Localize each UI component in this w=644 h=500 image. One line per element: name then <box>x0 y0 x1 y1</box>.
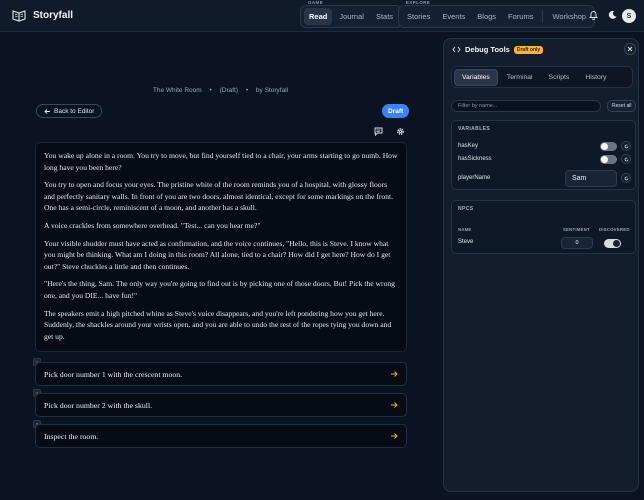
arrow-right-icon <box>390 432 398 440</box>
draft-only-badge: Draft only <box>513 45 544 54</box>
choice-option[interactable]: Pick door number 1 with the crescent moo… <box>35 362 407 386</box>
nav-events[interactable]: Events <box>437 8 470 25</box>
reset-all-button[interactable]: Reset all <box>607 100 637 112</box>
nav-read[interactable]: Read <box>304 8 333 25</box>
variable-row: hasKey <box>458 140 631 152</box>
tab-scripts[interactable]: Scripts <box>542 70 577 85</box>
arrow-right-icon <box>390 401 398 409</box>
story-paragraph: "Here's the thing, Sam. The only way you… <box>44 279 395 300</box>
tab-variables[interactable]: Variables <box>454 68 498 86</box>
game-nav-label: GAME <box>306 0 326 5</box>
npc-column-sentiment: SENTIMENT <box>563 227 590 232</box>
nav-workshop[interactable]: Workshop <box>547 8 591 25</box>
npcs-card: NPCS NAME SENTIMENT DISCOVERED Steve <box>451 200 636 254</box>
gear-icon[interactable] <box>396 127 405 136</box>
tab-history[interactable]: History <box>578 70 613 85</box>
reset-icon <box>624 144 629 149</box>
player-name-input[interactable] <box>565 169 617 187</box>
meta-dot: • <box>209 87 212 94</box>
story-passage: You wake up alone in a room. You try to … <box>35 142 407 352</box>
explore-nav-group: EXPLORE Stories Events Blogs Forums Work… <box>398 0 596 28</box>
variable-name: hasSickness <box>458 156 492 162</box>
back-label: Back to Editor <box>54 107 95 115</box>
bell-icon[interactable] <box>589 10 598 20</box>
variable-row: playerName <box>458 169 631 187</box>
reset-variable-button[interactable] <box>621 173 631 183</box>
draft-badge[interactable]: Draft <box>382 104 410 118</box>
npc-column-discovered: DISCOVERED <box>599 227 630 232</box>
nav-stories[interactable]: Stories <box>402 8 435 25</box>
variable-name: hasKey <box>458 143 479 149</box>
moon-icon[interactable] <box>608 10 617 20</box>
choice-label: Pick door number 2 with the skull. <box>44 400 153 410</box>
story-meta: The White Room • (Draft) • by Storyfall <box>33 87 408 94</box>
debug-tabs: Variables Terminal Scripts History <box>451 66 633 88</box>
story-status: (Draft) <box>219 87 239 94</box>
arrow-right-icon <box>390 370 398 378</box>
filter-input[interactable] <box>451 100 601 112</box>
story-tools <box>374 127 405 136</box>
brand[interactable]: Storyfall <box>12 8 73 22</box>
story-paragraph: You try to open and focus your eyes. The… <box>44 180 394 213</box>
debug-header: Debug Tools Draft only <box>452 45 544 54</box>
reset-variable-button[interactable] <box>621 154 631 164</box>
nav-journal[interactable]: Journal <box>334 8 369 25</box>
close-debug-button[interactable] <box>624 43 636 55</box>
top-nav-bar: Storyfall GAME Read Journal Stats EXPLOR… <box>0 0 644 32</box>
close-icon <box>627 46 633 52</box>
meta-dot: • <box>245 87 249 94</box>
back-to-editor-button[interactable]: Back to Editor <box>36 104 103 118</box>
story-paragraph: Your visible shudder must have acted as … <box>44 238 391 271</box>
reset-icon <box>624 157 629 162</box>
arrow-left-icon <box>44 108 51 115</box>
nav-forums[interactable]: Forums <box>503 8 538 25</box>
explore-nav-label: EXPLORE <box>404 0 433 5</box>
npcs-title: NPCS <box>458 206 474 212</box>
top-actions <box>589 10 617 20</box>
app-name: Storyfall <box>33 9 74 21</box>
variable-row: hasSickness <box>458 153 631 165</box>
story-title: The White Room <box>152 87 202 94</box>
reset-icon <box>624 176 629 181</box>
choice-option[interactable]: Pick door number 2 with the skull. <box>35 393 407 417</box>
choice-label: Inspect the room. <box>44 431 99 441</box>
has-sickness-toggle[interactable] <box>600 154 617 164</box>
story-paragraph: A voice crackles from somewhere overhead… <box>44 220 261 230</box>
npc-column-name: NAME <box>458 227 472 232</box>
variables-card: VARIABLES hasKey hasSickness playerName <box>451 120 636 190</box>
story-paragraph: The speakers emit a high pitched whine a… <box>44 308 392 341</box>
npc-discovered-toggle[interactable] <box>604 239 621 248</box>
npc-name: Steve <box>458 239 474 245</box>
choice-label: Pick door number 1 with the crescent moo… <box>44 369 183 379</box>
comment-icon[interactable] <box>374 127 383 136</box>
variable-name: playerName <box>458 175 491 181</box>
nav-stats[interactable]: Stats <box>371 8 398 25</box>
debug-title: Debug Tools <box>465 45 510 54</box>
game-nav-group: GAME Read Journal Stats <box>300 0 403 28</box>
tab-terminal[interactable]: Terminal <box>500 70 540 85</box>
user-avatar[interactable]: S <box>622 9 636 23</box>
code-brackets-icon <box>452 46 461 53</box>
nav-blogs[interactable]: Blogs <box>472 8 501 25</box>
choice-option[interactable]: Inspect the room. <box>35 424 407 448</box>
variables-title: VARIABLES <box>458 126 491 132</box>
reset-variable-button[interactable] <box>621 141 631 151</box>
npc-sentiment-input[interactable] <box>561 237 593 249</box>
has-key-toggle[interactable] <box>600 141 617 151</box>
story-paragraph: You wake up alone in a room. You try to … <box>44 151 398 172</box>
nav-divider <box>542 10 544 23</box>
story-author: by Storyfall <box>255 87 289 94</box>
book-logo-icon <box>12 8 26 22</box>
